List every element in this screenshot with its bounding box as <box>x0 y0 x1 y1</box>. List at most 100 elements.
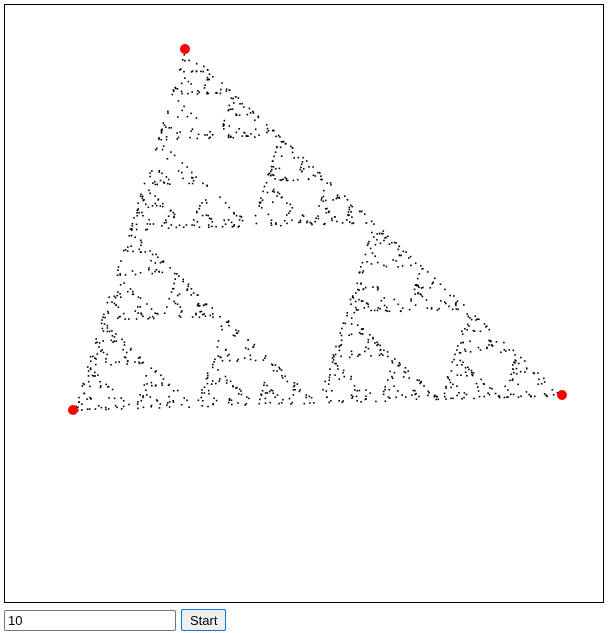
fractal-point <box>145 389 147 392</box>
fractal-point <box>227 219 230 221</box>
fractal-point <box>123 282 125 284</box>
fractal-point <box>351 205 354 208</box>
fractal-point <box>361 210 363 213</box>
fractal-point <box>405 396 407 398</box>
fractal-point <box>150 367 153 369</box>
fractal-point <box>160 132 163 134</box>
fractal-point <box>356 324 359 326</box>
fractal-point <box>322 195 325 198</box>
fractal-point <box>222 123 225 125</box>
fractal-point <box>128 235 131 237</box>
fractal-point <box>293 157 295 159</box>
fractal-point <box>280 179 283 181</box>
fractal-point <box>136 403 139 405</box>
fractal-point <box>328 383 330 385</box>
fractal-point <box>229 359 231 362</box>
fractal-point <box>149 223 151 225</box>
fractal-point <box>223 219 225 222</box>
fractal-point <box>272 188 275 191</box>
fractal-point <box>111 301 113 303</box>
fractal-point <box>235 214 238 217</box>
fractal-point <box>250 133 252 135</box>
fractal-point <box>122 405 125 408</box>
fractal-point <box>497 395 500 397</box>
fractal-point <box>176 138 178 140</box>
fractal-point <box>346 199 349 201</box>
fractal-point <box>141 362 143 364</box>
fractal-point <box>286 202 288 204</box>
fractal-point <box>236 332 239 334</box>
fractal-point <box>279 368 281 370</box>
fractal-point <box>115 333 117 335</box>
fractal-point <box>103 313 105 316</box>
fractal-point <box>113 340 116 342</box>
fractal-point <box>101 327 104 330</box>
fractal-point <box>196 137 199 140</box>
fractal-point <box>277 191 279 194</box>
fractal-point <box>176 88 179 90</box>
fractal-point <box>263 185 266 188</box>
fractal-point <box>117 317 119 320</box>
fractal-point <box>483 395 486 398</box>
fractal-point <box>152 223 155 225</box>
fractal-point <box>280 155 283 157</box>
fractal-point <box>457 308 459 311</box>
fractal-point <box>266 384 268 387</box>
fractal-point <box>420 287 423 289</box>
fractal-point <box>365 222 368 224</box>
fractal-point <box>228 125 231 127</box>
vertex-marker <box>180 44 190 54</box>
fractal-point <box>167 227 170 229</box>
fractal-point <box>381 232 383 235</box>
fractal-point <box>240 390 242 392</box>
fractal-point <box>339 332 342 334</box>
fractal-point <box>348 208 351 211</box>
fractal-point <box>286 380 289 383</box>
fractal-point <box>384 400 387 402</box>
fractal-point <box>340 355 342 358</box>
fractal-point <box>415 284 417 286</box>
fractal-point <box>344 195 346 197</box>
fractal-point <box>128 318 130 320</box>
fractal-point <box>179 306 182 308</box>
fractal-point <box>271 173 274 176</box>
fractal-point <box>376 233 378 235</box>
fractal-point <box>299 168 301 171</box>
fractal-point <box>466 323 469 326</box>
fractal-point <box>100 385 102 387</box>
fractal-point <box>155 253 157 256</box>
fractal-point <box>418 286 420 289</box>
fractal-point <box>254 136 256 138</box>
fractal-point <box>150 404 153 407</box>
fractal-point <box>159 179 162 182</box>
fractal-point <box>228 89 231 91</box>
fractal-point <box>336 196 339 199</box>
fractal-point <box>329 368 331 370</box>
fractal-point <box>232 97 234 100</box>
fractal-point <box>230 221 233 224</box>
fractal-point <box>427 390 430 392</box>
fractal-point <box>456 374 459 376</box>
fractal-point <box>110 339 113 342</box>
fractal-point <box>342 400 344 402</box>
fractal-point <box>104 316 106 319</box>
start-button[interactable]: Start <box>181 609 227 631</box>
fractal-point <box>178 69 181 71</box>
fractal-point <box>141 197 144 200</box>
fractal-point <box>476 386 479 388</box>
iterations-input[interactable] <box>4 609 176 631</box>
fractal-point <box>189 136 191 139</box>
fractal-point <box>338 400 340 402</box>
fractal-point <box>155 370 157 372</box>
fractal-point <box>160 374 162 377</box>
fractal-point <box>100 322 103 325</box>
vertex-marker <box>557 390 567 400</box>
fractal-point <box>305 160 308 162</box>
fractal-point <box>88 408 91 410</box>
fractal-point <box>354 389 356 391</box>
fractal-point <box>187 285 189 288</box>
fractal-point <box>134 236 136 238</box>
fractal-point <box>102 330 105 332</box>
fractal-point <box>397 364 399 367</box>
fractal-point <box>543 393 546 395</box>
